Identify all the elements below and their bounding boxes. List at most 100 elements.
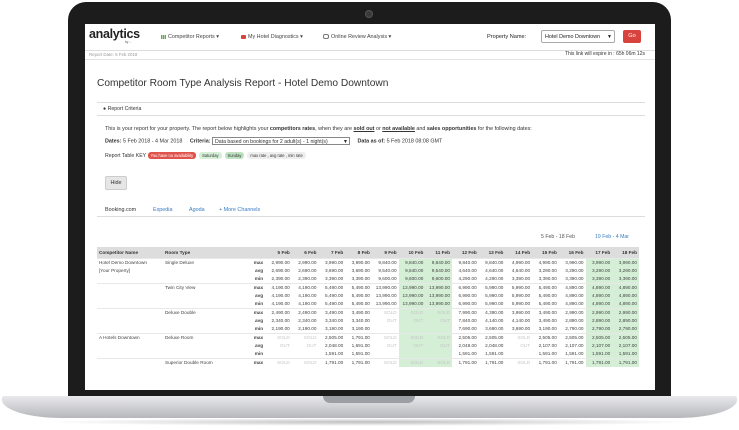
range-link-1[interactable]: 5 Feb - 18 Feb [541, 234, 575, 240]
bar-chart-icon [161, 34, 166, 39]
rate-cell: 3,690.00 [511, 326, 531, 331]
rate-cell: 1,791.00 [318, 358, 346, 367]
criteria-select[interactable]: Data based on bookings for 2 adult(s) - … [212, 137, 350, 145]
rate-cell: 1,591.00 [324, 351, 344, 356]
room-type-cell [163, 317, 235, 325]
rate-cell: 2,490.00 [291, 308, 319, 317]
column-header[interactable]: 7 Feb [318, 247, 346, 259]
tab-agoda[interactable]: Agoda [189, 207, 205, 213]
rate-cell: 1,791.00 [532, 358, 559, 367]
rate-cell: 9,840.00 [478, 258, 506, 267]
property-select[interactable]: Hotel Demo Downtown ▼ [541, 30, 615, 43]
key-pill: Sunday [224, 152, 245, 159]
nav-review-analysis[interactable]: Online Review Analysis ▾ [323, 34, 391, 40]
nav-competitor-reports[interactable]: Competitor Reports ▾ [161, 34, 219, 40]
rate-cell: 4,890.00 [565, 293, 584, 298]
table-row: avg OUT OUT 2,048.00 1,691.00 OUT OUT OUT 2,048.… [97, 342, 639, 350]
tab-expedia[interactable]: Expedia [153, 207, 172, 213]
column-header[interactable]: 5 Feb [265, 247, 292, 259]
rate-cell: 1,791.00 [585, 358, 613, 367]
rate-cell: 13,990.00 [371, 283, 399, 292]
rate-cell: 1,591.00 [565, 351, 584, 356]
rate-cell: SOLD [291, 333, 319, 342]
rate-cell: 2,505.00 [532, 333, 559, 342]
room-type-cell [163, 275, 235, 284]
column-header[interactable]: 11 Feb [425, 247, 453, 259]
column-header[interactable]: 8 Feb [345, 247, 372, 259]
criteria-header-text: ● Report Criteria [103, 106, 141, 112]
column-header[interactable]: 6 Feb [291, 247, 319, 259]
rate-cell: 4,190.00 [298, 301, 317, 306]
rate-cell: 2,505.00 [585, 333, 613, 342]
rate-cell: 7,690.00 [458, 326, 477, 331]
rate-cell: 4,190.00 [271, 293, 290, 298]
rate-cell: 5,990.00 [511, 301, 531, 306]
column-header[interactable]: 10 Feb [398, 247, 426, 259]
metric-cell: max [235, 258, 266, 267]
table-row: min 2,390.00 2,390.00 3,390.00 3,390.00 9,600… [97, 275, 639, 284]
rate-cell: 3,690.00 [351, 268, 370, 273]
rate-cell: 4,290.00 [485, 276, 504, 281]
range-link-2[interactable]: 19 Feb - 4 Mar [595, 234, 629, 240]
competitor-name-cell [97, 350, 163, 359]
rate-cell: 9,540.00 [378, 268, 397, 273]
column-header[interactable]: 16 Feb [558, 247, 586, 259]
rate-cell: 5,490.00 [324, 301, 344, 306]
rate-cell: 2,790.00 [585, 325, 613, 334]
metric-cell: max [235, 333, 266, 342]
column-header[interactable]: 12 Feb [452, 247, 479, 259]
report-info: This is your report for your property. T… [105, 126, 532, 132]
column-header: Competitor Name [97, 247, 164, 259]
competitor-name-cell [97, 300, 163, 309]
competitor-name-cell: A Hotels Downtown [97, 333, 164, 342]
nav-hotel-diagnostics[interactable]: My Hotel Diagnostics ▾ [241, 34, 303, 40]
key-label: Report Table KEY [105, 152, 147, 159]
rate-cell: 1,791.00 [452, 358, 479, 367]
table-row: [Your Property] avg 2,690.00 2,690.00 3,690.… [97, 267, 639, 275]
rate-cell: 9,540.00 [425, 267, 453, 275]
table-row: min 2,190.00 2,190.00 3,190.00 3,190.00 7,690… [97, 325, 639, 334]
rate-cell: 3,290.00 [565, 268, 584, 273]
column-header: Room Type [163, 247, 236, 259]
rate-cell: 13,990.00 [398, 300, 426, 309]
logo[interactable]: analytics [89, 27, 140, 41]
column-header[interactable]: 13 Feb [478, 247, 506, 259]
table-row: Deluxe Double max 2,490.00 2,490.00 3,490.00… [97, 308, 639, 317]
rate-cell: OUT [386, 318, 397, 323]
property-label: Property Name: [487, 34, 527, 40]
criteria-header[interactable]: ● Report Criteria [97, 102, 645, 116]
rate-cell: 2,505.00 [318, 333, 346, 342]
subbar: Report Date: 5 Feb 2018 This link will e… [85, 50, 655, 60]
tab-more-channels[interactable]: + More Channels [219, 207, 260, 213]
info-h: sales opportunities [426, 126, 477, 132]
rate-cell [425, 350, 453, 359]
table-row: Superior Double Room max SOLD SOLD 1,791.00 1… [97, 358, 639, 367]
rate-cell: 4,890.00 [612, 283, 639, 292]
rate-cell: 4,290.00 [458, 276, 477, 281]
rate-cell: 4,640.00 [458, 268, 477, 273]
rate-cell: 4,190.00 [265, 283, 292, 292]
rate-cell: 9,600.00 [425, 275, 453, 284]
rate-cell: 2,505.00 [612, 333, 639, 342]
rate-cell: SOLD [265, 358, 292, 367]
rate-cell [505, 350, 532, 359]
rate-cell: SOLD [425, 333, 453, 342]
column-header[interactable]: 17 Feb [585, 247, 613, 259]
column-header[interactable]: 15 Feb [532, 247, 559, 259]
rate-cell: 5,490.00 [351, 293, 370, 298]
column-header[interactable]: 14 Feb [505, 247, 533, 259]
rate-cell: OUT [306, 343, 317, 348]
rate-cell: 2,107.00 [612, 342, 639, 350]
go-button[interactable]: Go [623, 30, 641, 43]
rate-cell: 4,990.00 [532, 258, 559, 267]
column-header[interactable]: 9 Feb [371, 247, 399, 259]
rate-cell: 2,505.00 [478, 333, 506, 342]
tab-booking-com[interactable]: Booking.com [105, 207, 136, 213]
rate-cell: 2,690.00 [298, 268, 317, 273]
rate-cell: 2,790.00 [612, 325, 639, 334]
rate-cell: 4,190.00 [291, 283, 319, 292]
column-header[interactable]: 18 Feb [612, 247, 639, 259]
hide-button[interactable]: Hide [105, 176, 127, 190]
rate-cell [398, 350, 426, 359]
rate-cell: 6,990.00 [452, 283, 479, 292]
